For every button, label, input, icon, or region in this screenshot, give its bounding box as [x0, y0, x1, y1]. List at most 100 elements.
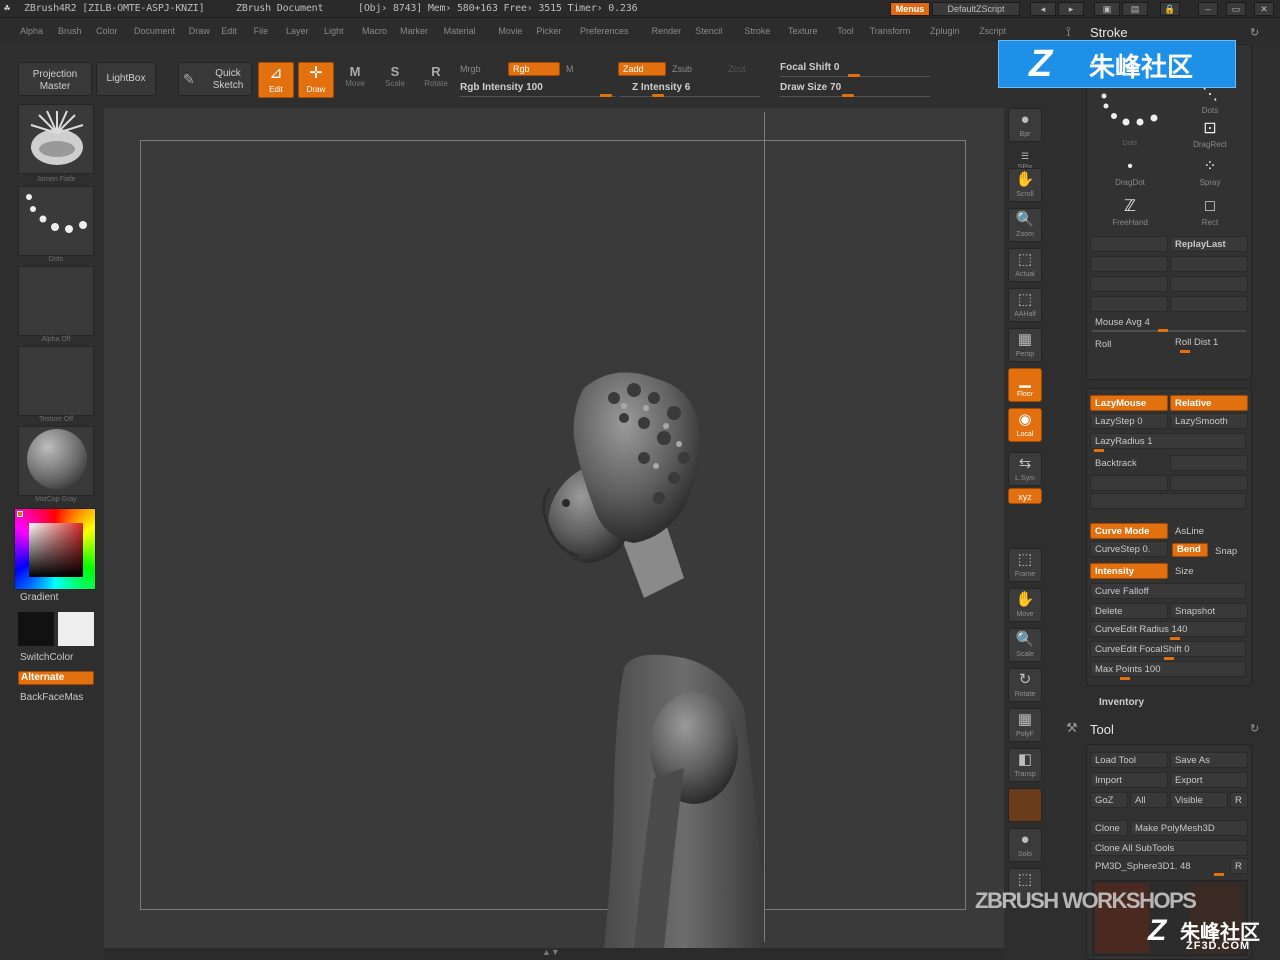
menu-item-movie[interactable]: Movie [498, 26, 522, 36]
menu-item-marker[interactable]: Marker [400, 26, 428, 36]
menu-item-zplugin[interactable]: Zplugin [930, 26, 960, 36]
lazyradius-knob[interactable] [1094, 449, 1104, 452]
export-button[interactable]: Export [1170, 772, 1248, 788]
curveedit-radius-slider[interactable]: CurveEdit Radius 140 [1090, 621, 1246, 637]
intensity-button[interactable]: Intensity [1090, 563, 1168, 579]
menu-item-color[interactable]: Color [96, 26, 118, 36]
roll-dist-slider[interactable]: Roll Dist 1 [1170, 334, 1248, 350]
scale-button[interactable]: 🔍 Scale [1008, 628, 1042, 662]
z-intensity-slider[interactable]: Z Intensity 6 [632, 82, 690, 93]
actual-button[interactable]: ⬚ Actual [1008, 248, 1042, 282]
move-button[interactable]: ✋ Move [1008, 588, 1042, 622]
menu-item-macro[interactable]: Macro [362, 26, 387, 36]
zcut-button[interactable]: Zcut [728, 64, 746, 74]
stroke-panel-title[interactable]: Stroke [1090, 25, 1128, 40]
focal-shift-knob[interactable] [848, 74, 860, 77]
zadd-button[interactable]: Zadd [618, 62, 666, 76]
menu-item-preferences[interactable]: Preferences [580, 26, 629, 36]
goz-visible-button[interactable]: Visible [1170, 792, 1228, 808]
current-tool-knob[interactable] [1214, 873, 1224, 876]
placement-slider[interactable] [1170, 256, 1248, 272]
load-tool-button[interactable]: Load Tool [1090, 752, 1168, 768]
scale-variation-slider[interactable] [1090, 276, 1168, 292]
spacing-slider[interactable] [1090, 256, 1168, 272]
alpha-picker[interactable] [18, 266, 94, 336]
backtrack-button[interactable]: Backtrack [1090, 455, 1168, 471]
switchcolor-button[interactable]: SwitchColor [20, 652, 73, 663]
bpr-button[interactable]: ● Bpr [1008, 108, 1042, 142]
stroke-refresh-icon[interactable]: ↻ [1250, 26, 1259, 39]
tool-refresh-icon[interactable]: ↻ [1250, 722, 1259, 735]
menu-item-draw[interactable]: Draw [189, 26, 210, 36]
z-variation-slider[interactable] [1170, 296, 1248, 312]
menu-item-stencil[interactable]: Stencil [695, 26, 722, 36]
lazysmooth-slider[interactable]: LazySmooth [1170, 413, 1248, 429]
color-saturation-square[interactable] [29, 523, 83, 577]
edit-button[interactable]: ⊿ Edit [258, 62, 294, 98]
menu-item-edit[interactable]: Edit [221, 26, 237, 36]
mouse-avg-slider[interactable]: Mouse Avg 4 [1090, 314, 1168, 330]
aahalf-button[interactable]: ⬚ AAHalf [1008, 288, 1042, 322]
menu-item-render[interactable]: Render [652, 26, 682, 36]
mrgb-button[interactable]: Mrgb [460, 64, 481, 74]
ui-color-icon[interactable]: ▤ [1122, 2, 1148, 16]
curveedit-focalshift-knob[interactable] [1164, 657, 1174, 660]
default-zscript-button[interactable]: DefaultZScript [932, 2, 1020, 16]
dots-2-stroke-tile[interactable]: ⋱ Dots [1172, 84, 1248, 118]
curveedit-focalshift-slider[interactable]: CurveEdit FocalShift 0 [1090, 641, 1246, 657]
snapshot-button[interactable]: Snapshot [1170, 603, 1248, 619]
replaylast-button[interactable]: ReplayLast [1170, 236, 1248, 252]
rgb-button[interactable]: Rgb [508, 62, 560, 76]
chevron-up-icon[interactable]: ▲▼ [542, 947, 560, 957]
goz-button[interactable]: GoZ [1090, 792, 1128, 808]
lazymouse-button[interactable]: LazyMouse [1090, 395, 1168, 411]
dragrect-stroke-tile[interactable]: ⊡ DragRect [1172, 118, 1248, 152]
xyz-button[interactable]: xyz [1008, 488, 1042, 504]
main-color-swatch[interactable] [17, 511, 23, 517]
menu-item-texture[interactable]: Texture [788, 26, 818, 36]
import-button[interactable]: Import [1090, 772, 1168, 788]
close-icon[interactable]: ✕ [1254, 2, 1274, 16]
scroll-button[interactable]: ✋ Scroll [1008, 168, 1042, 202]
goz-r-button[interactable]: R [1230, 792, 1248, 808]
roll-dist-knob[interactable] [1180, 350, 1190, 353]
lightbox-button[interactable]: LightBox [96, 62, 156, 96]
clone-button[interactable]: Clone [1090, 820, 1128, 836]
current-tool-slider[interactable]: PM3D_Sphere3D1. 48 [1090, 858, 1228, 874]
stroke-picker[interactable] [18, 186, 94, 256]
menu-item-file[interactable]: File [254, 26, 269, 36]
curveedit-radius-knob[interactable] [1170, 637, 1180, 640]
tool-panel-title[interactable]: Tool [1090, 722, 1114, 737]
delete-button[interactable]: Delete [1090, 603, 1168, 619]
material-picker[interactable] [18, 426, 94, 496]
primary-color-swatch[interactable] [18, 612, 54, 646]
menu-item-material[interactable]: Material [444, 26, 476, 36]
menus-button[interactable]: Menus [890, 2, 930, 16]
rgb-intensity-knob[interactable] [600, 94, 612, 97]
menu-item-picker[interactable]: Picker [536, 26, 561, 36]
rotate-button[interactable]: ↻ Rotate [1008, 668, 1042, 702]
spline-button[interactable] [1170, 475, 1248, 491]
save-as-button[interactable]: Save As [1170, 752, 1248, 768]
lazystep-slider[interactable]: LazyStep 0 [1090, 413, 1168, 429]
size-button[interactable]: Size [1170, 563, 1248, 579]
prev-layout-icon[interactable]: ◂ [1030, 2, 1056, 16]
spray-stroke-tile[interactable]: ⁘ Spray [1172, 156, 1248, 190]
ghost-button[interactable] [1008, 788, 1042, 822]
menu-item-stroke[interactable]: Stroke [744, 26, 770, 36]
secondary-color-swatch[interactable] [58, 612, 94, 646]
curvestep-slider[interactable]: CurveStep 0. [1090, 541, 1168, 557]
menu-item-tool[interactable]: Tool [837, 26, 854, 36]
line-button[interactable] [1170, 455, 1248, 471]
local-button[interactable]: ◉ Local [1008, 408, 1042, 442]
clone-all-subtools-button[interactable]: Clone All SubTools [1090, 840, 1248, 856]
asline-button[interactable]: AsLine [1170, 523, 1248, 539]
texture-picker[interactable] [18, 346, 94, 416]
tool-r-button[interactable]: R [1230, 858, 1248, 874]
scale-button[interactable]: S Scale [380, 64, 410, 98]
inventory-label[interactable]: Inventory [1099, 697, 1144, 708]
flow-slider[interactable] [1170, 276, 1248, 292]
quick-sketch-button[interactable]: ✎ Quick Sketch [178, 62, 252, 96]
minimize-icon[interactable]: – [1198, 2, 1218, 16]
m-button[interactable]: M [566, 64, 574, 74]
